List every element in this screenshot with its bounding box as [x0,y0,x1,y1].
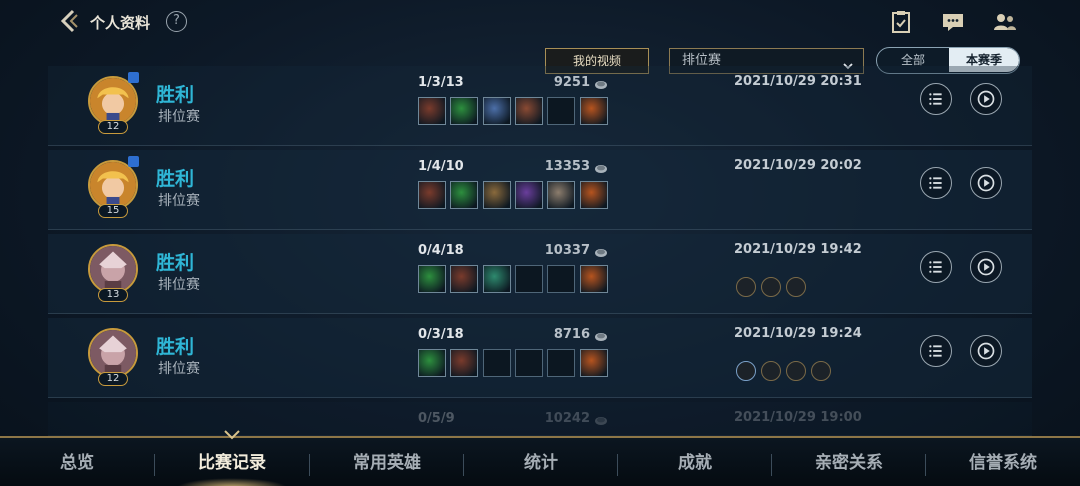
match-mode: 排位赛 [158,109,200,125]
rune-2-icon [761,277,781,297]
task-clipboard-icon[interactable] [889,10,913,34]
match-mode: 排位赛 [158,193,200,209]
rank-badge-icon [128,156,139,167]
item-icon[interactable] [418,97,446,125]
empty-item-slot[interactable] [515,349,543,377]
kda: 0/3/18 [418,327,464,342]
item-icon[interactable] [418,265,446,293]
kda: 0/4/18 [418,243,464,258]
rank-badge-icon [128,72,139,83]
rune-1-icon [736,361,756,381]
match-row[interactable]: 0/5/9 10242 2021/10/29 19:00 [48,402,1032,436]
gold-amount: 10337 [544,243,590,258]
gold-coin-icon [594,76,608,89]
details-list-button[interactable] [920,251,952,283]
friends-icon[interactable] [993,10,1017,34]
tab-overview[interactable]: 总览 [0,438,154,486]
item-icon[interactable] [450,181,478,209]
rune-2-icon [761,361,781,381]
gold-coin-icon [594,160,608,173]
match-time: 2021/10/29 19:42 [734,242,862,257]
active-tab-caret-icon [224,430,240,440]
champion-avatar[interactable] [88,244,138,294]
kda: 0/5/9 [418,411,455,426]
gold-amount: 8716 [553,327,590,342]
match-time: 2021/10/29 20:31 [734,74,862,89]
gold-coin-icon [594,244,608,257]
champion-avatar[interactable] [88,328,138,378]
empty-item-slot[interactable] [483,349,511,377]
replay-play-button[interactable] [970,251,1002,283]
empty-item-slot[interactable] [547,349,575,377]
item-icon[interactable] [580,181,608,209]
details-list-button[interactable] [920,167,952,199]
item-icon[interactable] [483,97,511,125]
gold-coin-icon [594,412,608,425]
replay-play-button[interactable] [970,83,1002,115]
item-icon[interactable] [580,97,608,125]
kda: 1/3/13 [418,75,464,90]
details-list-button[interactable] [920,335,952,367]
match-time: 2021/10/29 20:02 [734,158,862,173]
help-icon[interactable]: ? [166,11,187,32]
rune-1-icon [736,277,756,297]
champion-level: 12 [98,120,128,134]
item-icon[interactable] [483,265,511,293]
bottom-nav: 总览 比赛记录 常用英雄 统计 成就 亲密关系 信誉系统 [0,436,1080,486]
page-title: 个人资料 [90,14,151,32]
rune-4-icon [811,361,831,381]
tab-common-heroes[interactable]: 常用英雄 [310,438,464,486]
champion-avatar[interactable] [88,76,138,126]
back-icon[interactable] [56,8,82,34]
tab-match-history[interactable]: 比赛记录 [155,438,309,486]
rune-3-icon [786,277,806,297]
match-mode: 排位赛 [158,277,200,293]
tab-statistics[interactable]: 统计 [464,438,618,486]
rune-3-icon [786,361,806,381]
item-icon[interactable] [450,349,478,377]
match-row[interactable]: 15 胜利排位赛 1/4/10 13353 2021/10/29 20:02 [48,150,1032,230]
gold-coin-icon [594,328,608,341]
champion-level: 13 [98,288,128,302]
replay-play-button[interactable] [970,167,1002,199]
gold-amount: 13353 [544,159,590,174]
chat-icon[interactable] [941,10,965,34]
kda: 1/4/10 [418,159,464,174]
item-icon[interactable] [580,349,608,377]
champion-level: 15 [98,204,128,218]
item-icon[interactable] [515,97,543,125]
gold-amount: 10242 [544,411,590,426]
item-icon[interactable] [450,265,478,293]
item-icon[interactable] [547,181,575,209]
item-icon[interactable] [515,181,543,209]
match-time: 2021/10/29 19:24 [734,326,862,341]
tab-relationships[interactable]: 亲密关系 [772,438,926,486]
match-mode: 排位赛 [158,361,200,377]
item-icon[interactable] [450,97,478,125]
replay-play-button[interactable] [970,335,1002,367]
match-result: 胜利 [156,252,195,274]
champion-level: 12 [98,372,128,386]
match-row[interactable]: 12 胜利排位赛 1/3/13 9251 2021/10/29 20:31 [48,66,1032,146]
match-result: 胜利 [156,336,195,358]
empty-item-slot[interactable] [515,265,543,293]
item-icon[interactable] [418,349,446,377]
match-time: 2021/10/29 19:00 [734,410,862,425]
match-result: 胜利 [156,84,195,106]
item-icon[interactable] [483,181,511,209]
tab-achievements[interactable]: 成就 [618,438,772,486]
details-list-button[interactable] [920,83,952,115]
chevron-down-icon [843,56,853,70]
match-row[interactable]: 13 胜利排位赛 0/4/18 10337 2021/10/29 19:42 [48,234,1032,314]
empty-item-slot[interactable] [547,97,575,125]
empty-item-slot[interactable] [547,265,575,293]
match-result: 胜利 [156,168,195,190]
header: 个人资料 ? [0,0,1080,44]
champion-avatar[interactable] [88,160,138,210]
gold-amount: 9251 [553,75,590,90]
tab-honor-system[interactable]: 信誉系统 [926,438,1080,486]
item-icon[interactable] [418,181,446,209]
item-icon[interactable] [580,265,608,293]
match-row[interactable]: 12 胜利排位赛 0/3/18 8716 2021/10/29 19:24 [48,318,1032,398]
